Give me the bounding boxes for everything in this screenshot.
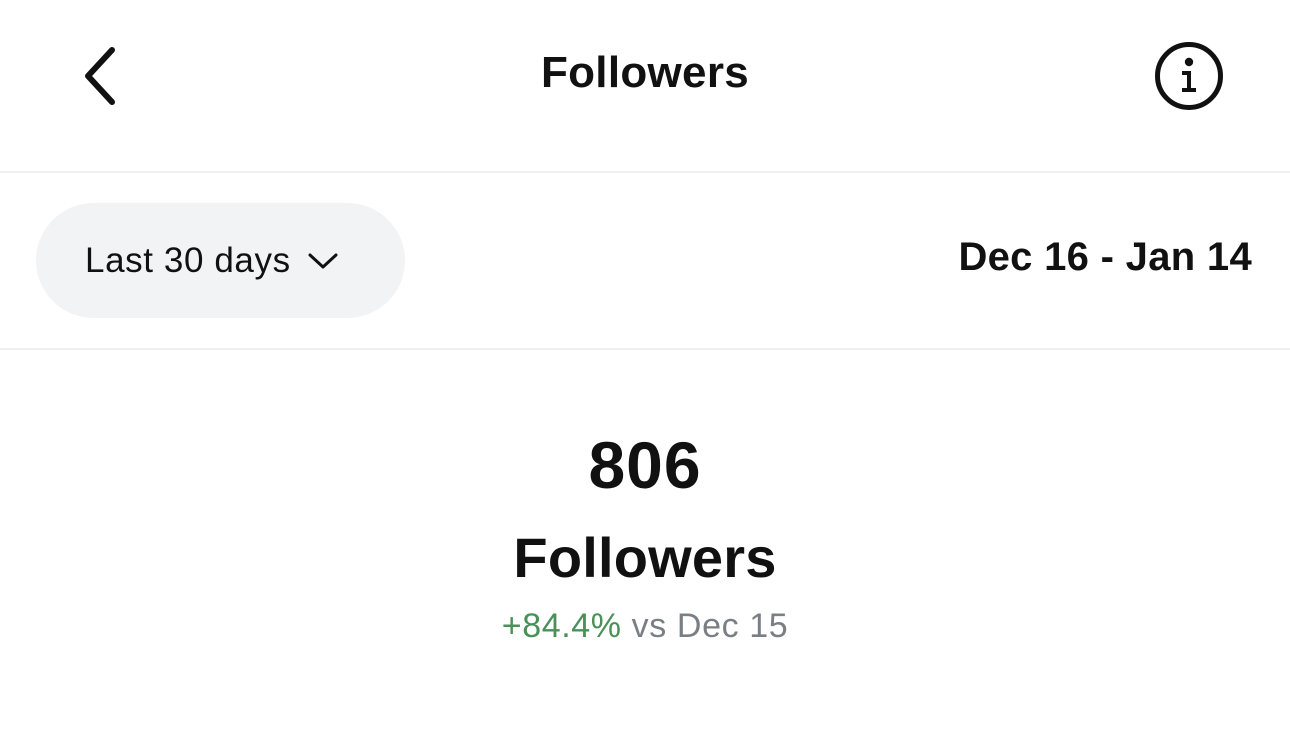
change-line: +84.4% vs Dec 15 xyxy=(0,607,1290,646)
follower-count-label: Followers xyxy=(513,526,777,589)
date-range-dropdown[interactable]: Last 30 days xyxy=(36,203,405,318)
filter-row: Last 30 days Dec 16 - Jan 14 xyxy=(0,173,1290,350)
page-title: Followers xyxy=(540,48,750,97)
change-percentage: +84.4% xyxy=(501,607,622,645)
info-button[interactable] xyxy=(1153,40,1225,112)
follower-count: 806 xyxy=(588,428,702,502)
info-icon xyxy=(1155,42,1223,110)
date-range-dropdown-label: Last 30 days xyxy=(85,240,291,280)
top-bar: Followers xyxy=(0,0,1290,173)
followers-summary: 806 Followers +84.4% vs Dec 15 xyxy=(0,350,1290,736)
chevron-down-icon xyxy=(307,251,339,271)
comparison-text: vs Dec 15 xyxy=(631,607,789,645)
date-range-text: Dec 16 - Jan 14 xyxy=(958,235,1252,279)
